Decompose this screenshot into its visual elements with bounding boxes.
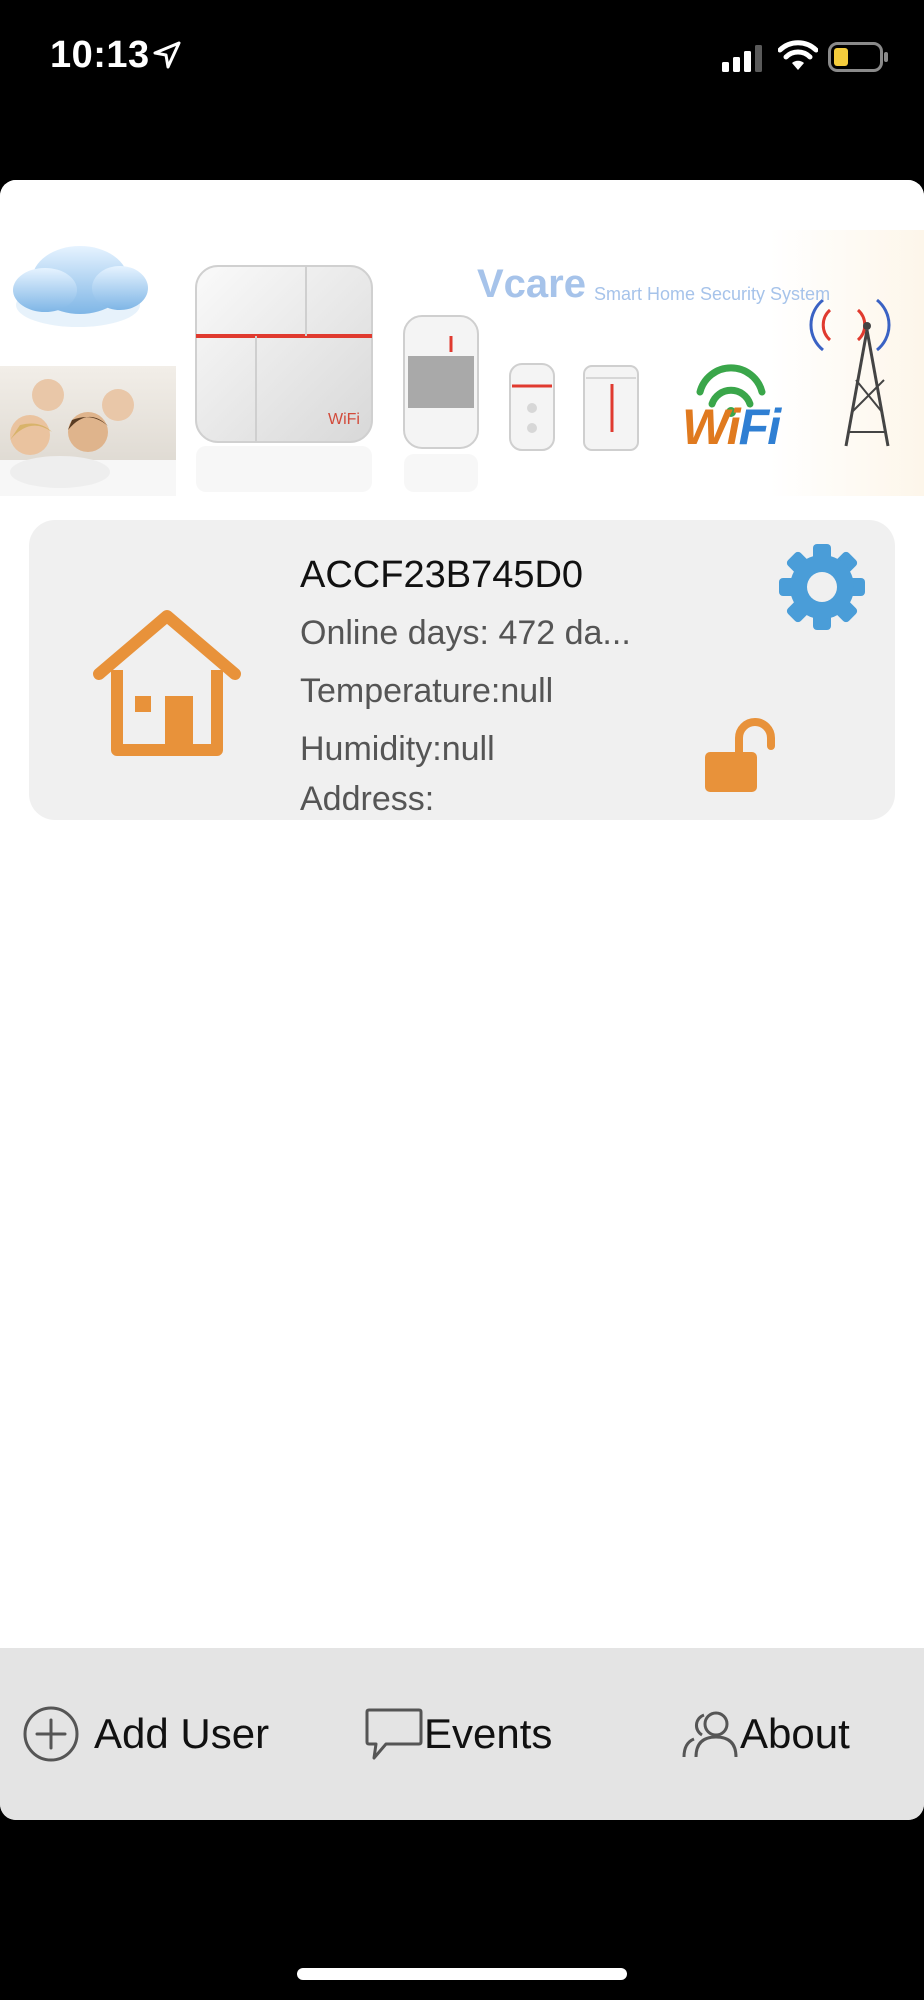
speech-bubble-icon [365,1708,423,1760]
add-user-button[interactable]: Add User [22,1648,269,1820]
device-id: ACCF23B745D0 [300,554,584,596]
family-photo [0,366,176,496]
device-address: Address: [300,780,435,818]
status-bar: 10:13 [0,0,924,112]
plus-circle-icon [23,1706,79,1762]
remote-control [509,363,555,451]
banner-graphic: WiFi [0,230,924,496]
about-button[interactable]: About [680,1648,850,1820]
promo-banner: WiFi Vcare Smart Home Security System Wi… [0,180,924,496]
events-button[interactable]: Events [364,1648,552,1820]
panel-label: WiFi [328,411,360,428]
unlocked-padlock-icon[interactable] [701,716,781,796]
about-label: About [740,1710,850,1757]
location-arrow-icon [153,41,181,69]
cellular-signal-icon [722,45,762,72]
door-sensor [583,365,639,451]
device-temperature: Temperature:null [300,672,554,710]
status-time: 10:13 [50,34,150,76]
wifi-icon [778,40,818,70]
house-icon [93,610,241,756]
alarm-panel [195,265,373,492]
gear-icon[interactable] [777,542,867,632]
banner-wifi-fi: Fi [738,399,781,455]
add-user-label: Add User [94,1710,270,1757]
cloud-icon [13,246,148,327]
motion-sensor [403,315,479,492]
events-label: Events [424,1710,553,1757]
app-content: WiFi Vcare Smart Home Security System Wi… [0,180,924,1820]
users-icon [682,1711,738,1758]
device-humidity: Humidity:null [300,730,495,768]
banner-wifi-wi: Wi [682,399,741,455]
bottom-toolbar: Add User Events About [0,1648,924,1820]
device-online-days: Online days: 472 da... [300,614,631,652]
phone-screen: 10:13 WiFi Vcare Smart Home Security Sys… [0,0,924,2000]
banner-wifi-text: WiFi [682,398,781,456]
battery-low-icon [828,42,888,72]
banner-brand: Vcare [477,262,586,306]
banner-tagline: Smart Home Security System [594,284,831,304]
device-card[interactable]: ACCF23B745D0 Online days: 472 da... Temp… [29,520,895,820]
home-indicator[interactable] [297,1968,627,1980]
